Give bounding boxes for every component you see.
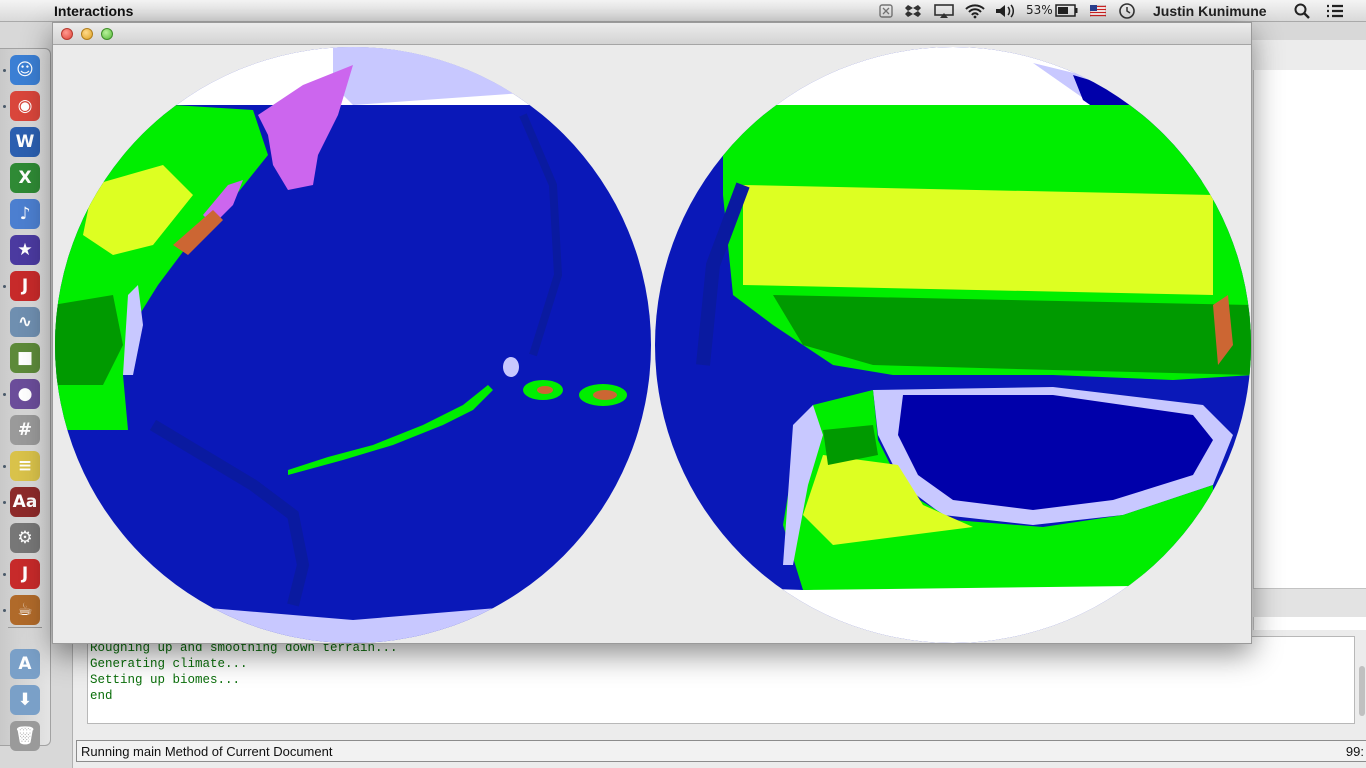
drjava-dock-icon[interactable]: J [10,271,40,301]
java-dock-icon[interactable]: ☕ [10,595,40,625]
system-preferences-dock-icon[interactable]: ⚙ [10,523,40,553]
dock: ☺ ◉ W X ♪ ★ J ∿ ■ ● # ≡ Aa ⚙ J ☕ A ⬇ 🗑 [0,48,51,751]
list-icon[interactable] [1325,3,1345,19]
running-indicator [3,105,6,108]
word-dock-icon[interactable]: W [10,127,40,157]
island-desert [593,390,617,400]
chrome-dock-icon[interactable]: ◉ [10,91,40,121]
minimize-button[interactable] [81,28,93,40]
flag-icon[interactable] [1090,5,1106,17]
interactions-window[interactable] [52,22,1252,644]
running-indicator [3,465,6,468]
imovie-dock-icon[interactable]: ★ [10,235,40,265]
stickies-dock-icon[interactable]: ≡ [10,451,40,481]
battery-icon[interactable] [1055,4,1079,18]
minecraft-dock-icon[interactable]: ■ [10,343,40,373]
window-titlebar[interactable] [53,23,1251,45]
hemisphere-east[interactable] [653,45,1253,645]
north-polar-region [655,47,1251,107]
running-indicator [3,573,6,576]
dropbox-icon[interactable] [904,3,922,19]
applications-folder-dock-icon[interactable]: A [10,649,40,679]
search-icon[interactable] [1294,3,1310,19]
savanna-region [743,185,1213,295]
grapher-dock-icon[interactable]: ∿ [10,307,40,337]
running-indicator [3,393,6,396]
wifi-icon[interactable] [964,3,986,19]
running-indicator [3,69,6,72]
volume-icon[interactable] [994,3,1016,19]
zoom-button[interactable] [101,28,113,40]
airplay-icon[interactable] [934,4,954,19]
battery-percent[interactable]: 53% [1026,3,1053,17]
running-indicator [3,501,6,504]
drjava-2-dock-icon[interactable]: J [10,559,40,589]
console-line: Generating climate... [90,657,248,671]
calculator-dock-icon[interactable]: # [10,415,40,445]
console-scrollbar[interactable] [1359,666,1365,716]
console-line: end [90,689,113,703]
keynote-dock-icon[interactable]: ♪ [10,199,40,229]
console-pane[interactable]: Roughing up and smoothing down terrain..… [87,636,1355,724]
running-indicator [3,285,6,288]
shield-icon[interactable] [878,4,894,18]
pane-divider[interactable] [1253,588,1366,617]
clock-icon[interactable] [1118,3,1136,19]
status-message: Running main Method of Current Document [81,744,333,759]
dock-separator [8,627,42,628]
downloads-folder-dock-icon[interactable]: ⬇ [10,685,40,715]
finder-dock-icon[interactable]: ☺ [10,55,40,85]
running-indicator [3,609,6,612]
hemisphere-west[interactable] [53,45,653,645]
excel-dock-icon[interactable]: X [10,163,40,193]
status-bar: Running main Method of Current Document … [76,740,1366,762]
menu-bar: Interactions 53% Justin Kunimune [0,0,1366,22]
console-line: Setting up biomes... [90,673,241,687]
dictionary-dock-icon[interactable]: Aa [10,487,40,517]
user-menu[interactable]: Justin Kunimune [1153,3,1267,19]
cursor-position: 99: [1345,744,1364,759]
ice-island [503,357,519,377]
app-menu[interactable]: Interactions [54,3,133,19]
document-pane[interactable] [1253,70,1366,630]
trash-dock-icon[interactable]: 🗑 [10,721,40,751]
island-desert [537,386,553,394]
close-button[interactable] [61,28,73,40]
github-dock-icon[interactable]: ● [10,379,40,409]
